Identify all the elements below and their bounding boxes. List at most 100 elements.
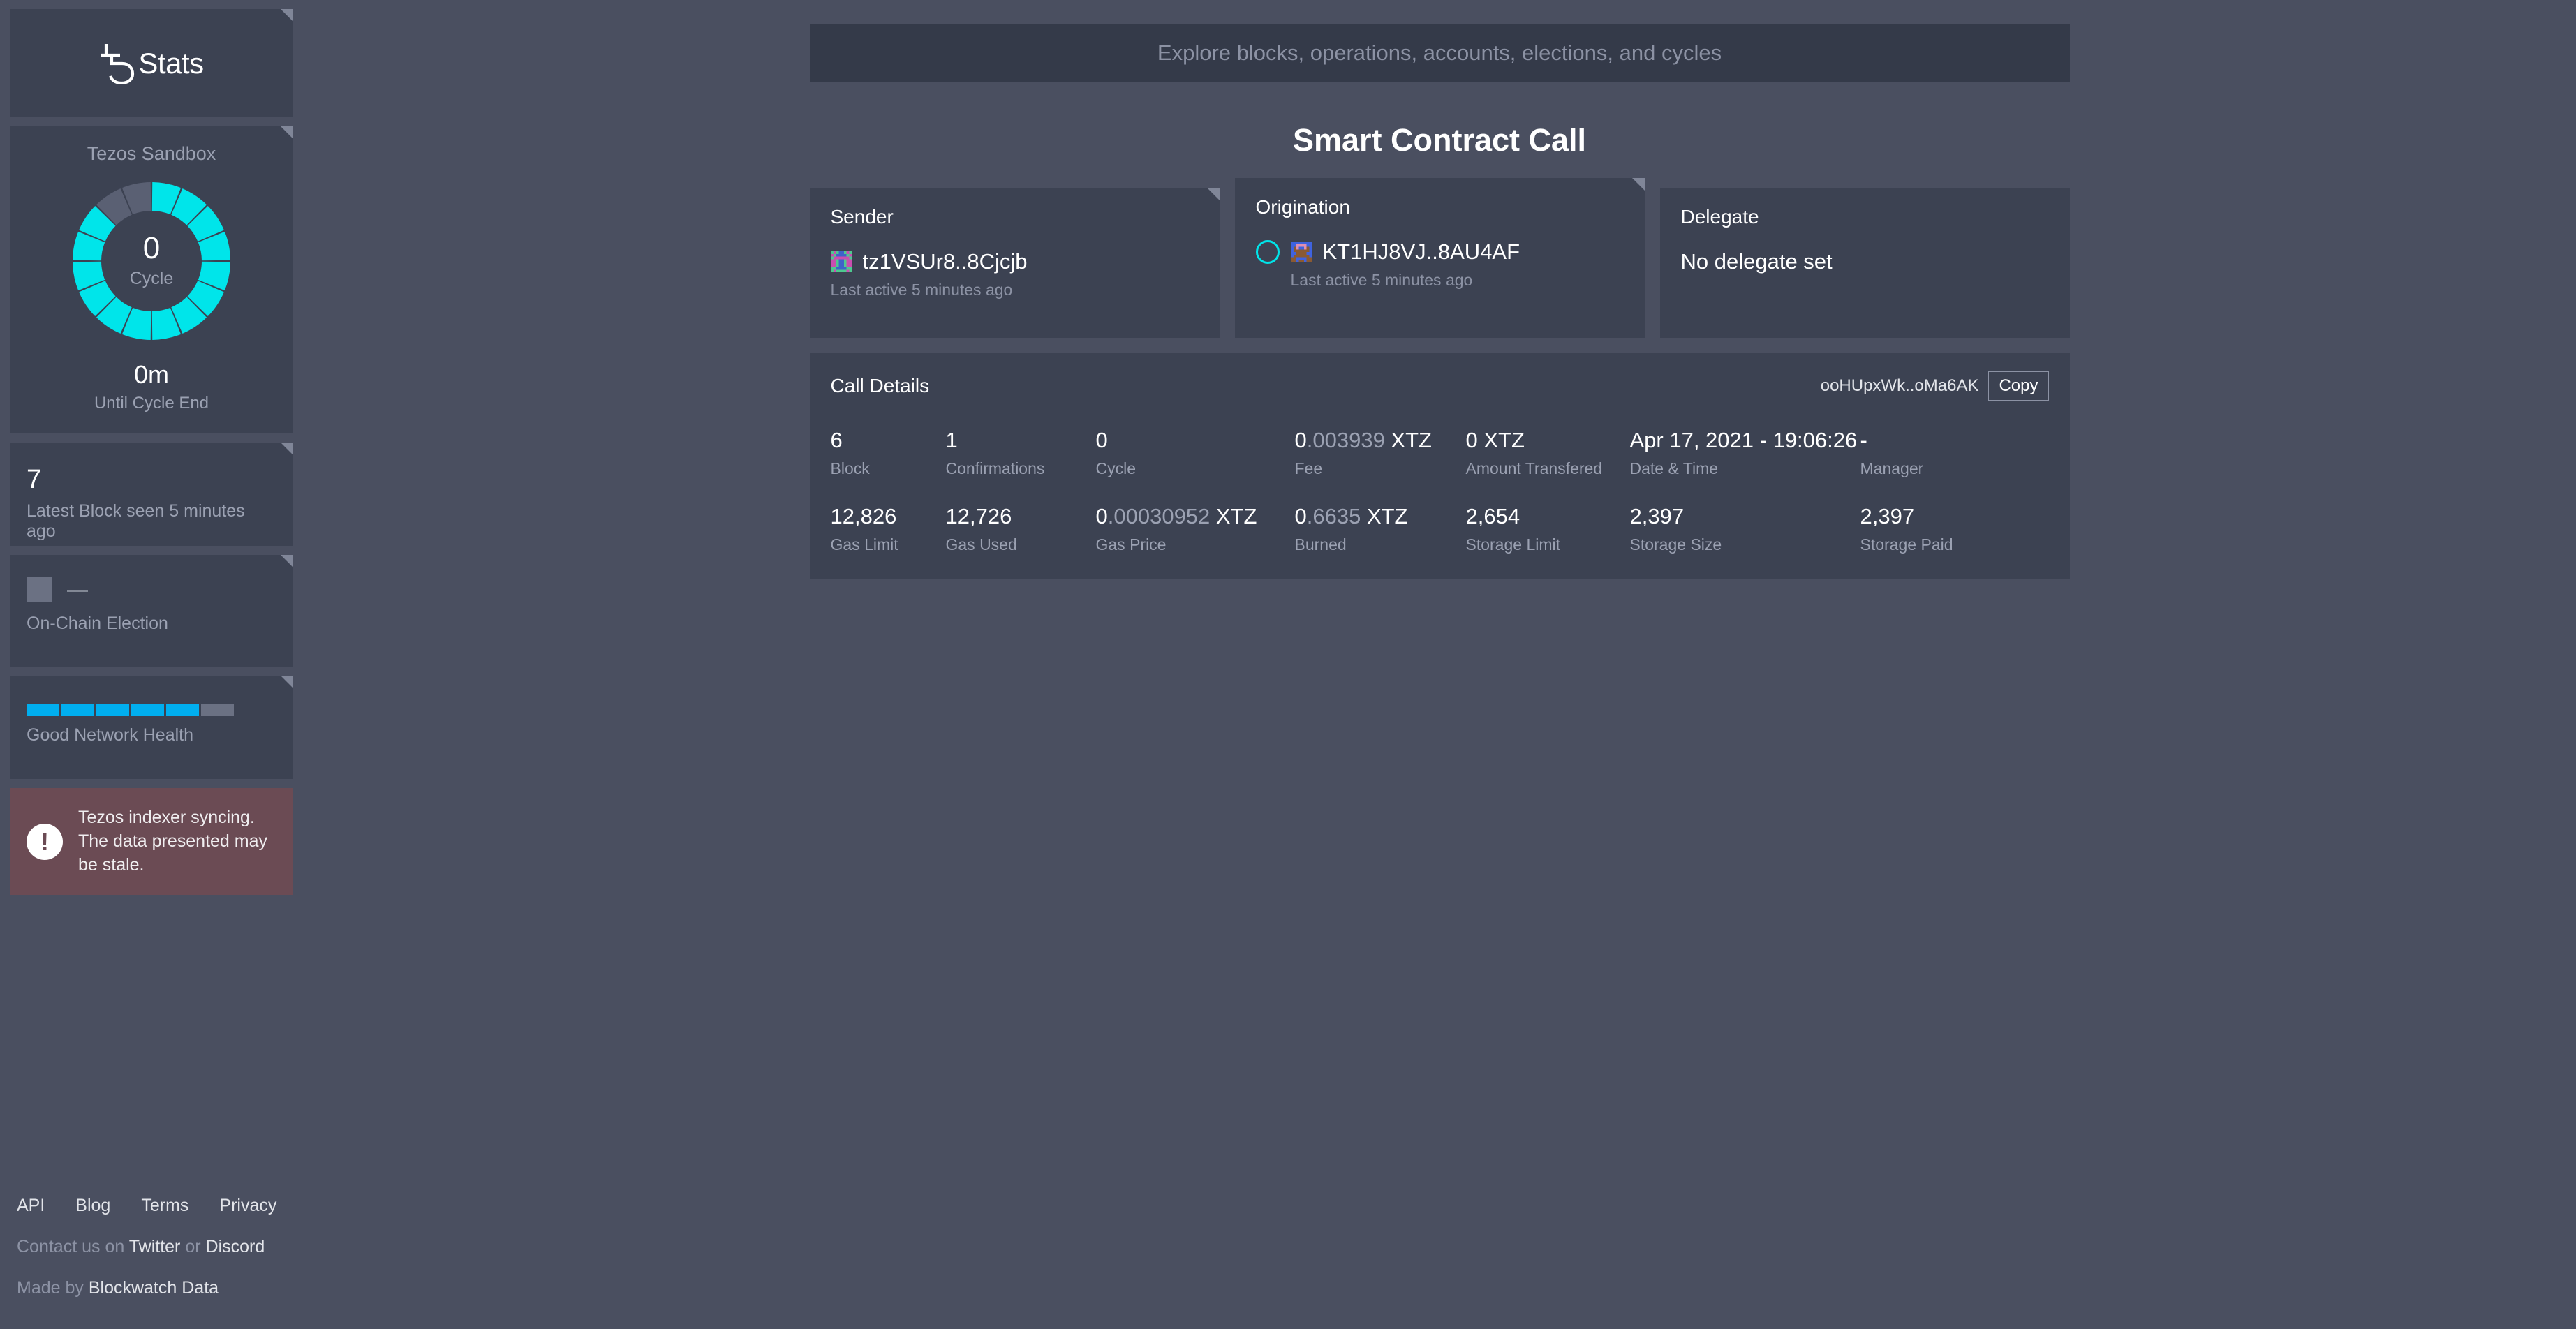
- footer-link-blog[interactable]: Blog: [75, 1196, 110, 1216]
- call-details-stat-label: Manager: [1860, 459, 2000, 478]
- origination-last-active: Last active 5 minutes ago: [1291, 271, 1624, 290]
- sender-account-row[interactable]: tz1VSUr8..8Cjcjb: [831, 249, 1199, 274]
- operation-hash-row: ooHUpxWk..oMa6AK Copy: [1821, 371, 2049, 401]
- cycle-countdown: 0m Until Cycle End: [94, 360, 209, 413]
- tezos-logo-icon: [99, 43, 137, 84]
- election-label: On-Chain Election: [27, 614, 276, 634]
- election-status-box-icon: [27, 577, 52, 602]
- sync-alert-text: Tezos indexer syncing. The data presente…: [78, 806, 276, 877]
- cycle-donut-center: 0 Cycle: [57, 233, 246, 289]
- call-details-stat-value: 0: [1096, 429, 1295, 452]
- call-details-title: Call Details: [831, 375, 930, 397]
- latest-block-label: Latest Block seen 5 minutes ago: [27, 501, 276, 542]
- call-details-stat-label: Burned: [1295, 535, 1466, 554]
- call-details-card: Call Details ooHUpxWk..oMa6AK Copy 6 Bloc…: [810, 353, 2070, 579]
- delegate-card-title: Delegate: [1681, 206, 2049, 228]
- call-details-stat-value: 0.6635 XTZ: [1295, 505, 1466, 528]
- network-health-card[interactable]: Good Network Health: [10, 676, 293, 779]
- card-corner-icon: [281, 443, 293, 455]
- cycle-number: 0: [57, 233, 246, 264]
- call-details-stat: 0 XTZAmount Transfered: [1466, 429, 1630, 478]
- call-details-stat: -Manager: [1860, 429, 2000, 478]
- footer-link-privacy[interactable]: Privacy: [219, 1196, 276, 1216]
- main-content: Explore blocks, operations, accounts, el…: [303, 0, 2576, 1329]
- card-corner-icon: [281, 9, 293, 22]
- card-corner-icon: [1632, 178, 1645, 191]
- origination-address[interactable]: KT1HJ8VJ..8AU4AF: [1323, 239, 1520, 265]
- call-details-stat-value: 0 XTZ: [1466, 429, 1630, 452]
- call-details-stats: 6 Block1 Confirmations0 Cycle0.003939 XTZFe…: [831, 429, 2049, 554]
- call-details-stat: 2,397 Storage Size: [1630, 505, 1860, 554]
- call-details-header: Call Details ooHUpxWk..oMa6AK Copy: [831, 371, 2049, 401]
- call-details-stat-label: Confirmations: [946, 459, 1096, 478]
- call-details-stat: 0.6635 XTZ Burned: [1295, 505, 1466, 554]
- copy-button[interactable]: Copy: [1988, 371, 2048, 401]
- network-health-segment: [61, 704, 94, 716]
- brand-name: Stats: [138, 47, 203, 80]
- latest-block-value: 7: [27, 466, 276, 493]
- call-details-stat: Apr 17, 2021 - 19:06:26 Date & Time: [1630, 429, 1860, 478]
- network-health-bar: [27, 704, 276, 716]
- election-card[interactable]: — On-Chain Election: [10, 555, 293, 667]
- call-details-stat-label: Gas Limit: [831, 535, 946, 554]
- origination-account-row[interactable]: KT1HJ8VJ..8AU4AF: [1256, 239, 1624, 265]
- footer-contact-mid: or: [180, 1237, 205, 1256]
- network-health-segment: [166, 704, 199, 716]
- network-name: Tezos Sandbox: [87, 143, 216, 165]
- call-details-stat-label: Storage Size: [1630, 535, 1860, 554]
- main-inner: Explore blocks, operations, accounts, el…: [810, 24, 2070, 579]
- footer-link-blockwatch[interactable]: Blockwatch Data: [89, 1278, 219, 1298]
- call-details-stat-value: Apr 17, 2021 - 19:06:26: [1630, 429, 1860, 452]
- call-details-stat-value: 2,397: [1630, 505, 1860, 528]
- call-details-stat: 6 Block: [831, 429, 946, 478]
- call-details-stat: 0.00030952 XTZ Gas Price: [1096, 505, 1295, 554]
- cycle-card: Tezos Sandbox 0 Cycle 0m Until Cycle End: [10, 126, 293, 433]
- call-details-row: 12,826Gas Limit12,726Gas Used0.00030952 …: [831, 505, 2049, 554]
- call-details-stat-label: Fee: [1295, 459, 1466, 478]
- call-details-stat-value: 12,726: [946, 505, 1096, 528]
- call-details-stat: 1 Confirmations: [946, 429, 1096, 478]
- call-details-stat: 2,654Storage Limit: [1466, 505, 1630, 554]
- delegate-value: No delegate set: [1681, 249, 2049, 274]
- delegate-card: Delegate No delegate set: [1660, 188, 2070, 338]
- election-status-row: —: [27, 577, 276, 602]
- call-details-stat-label: Gas Price: [1096, 535, 1295, 554]
- network-health-segment: [27, 704, 59, 716]
- call-details-row: 6 Block1 Confirmations0 Cycle0.003939 XTZFe…: [831, 429, 2049, 478]
- search-input[interactable]: Explore blocks, operations, accounts, el…: [810, 24, 2070, 82]
- identicon-avatar: [1291, 242, 1312, 262]
- footer-made-line: Made by Blockwatch Data: [17, 1278, 286, 1298]
- call-details-stat-label: Storage Limit: [1466, 535, 1630, 554]
- brand-logo[interactable]: Stats: [99, 43, 203, 84]
- sender-last-active: Last active 5 minutes ago: [831, 281, 1199, 299]
- call-details-stat-value: 0.00030952 XTZ: [1096, 505, 1295, 528]
- sidebar-footer: API Blog Terms Privacy Contact us on Twi…: [10, 1196, 293, 1329]
- call-details-stat: 0.003939 XTZFee: [1295, 429, 1466, 478]
- footer-contact-line: Contact us on Twitter or Discord: [17, 1237, 286, 1257]
- network-health-label: Good Network Health: [27, 725, 276, 745]
- call-details-stat-label: Cycle: [1096, 459, 1295, 478]
- footer-contact-prefix: Contact us on: [17, 1237, 129, 1256]
- card-corner-icon: [281, 126, 293, 139]
- call-details-stat: 2,397Storage Paid: [1860, 505, 2000, 554]
- call-details-stat-label: Date & Time: [1630, 459, 1860, 478]
- call-details-stat-value: 1: [946, 429, 1096, 452]
- footer-link-twitter[interactable]: Twitter: [129, 1237, 181, 1256]
- call-details-stat-value: 6: [831, 429, 946, 452]
- sender-card-title: Sender: [831, 206, 1199, 228]
- latest-block-card[interactable]: 7 Latest Block seen 5 minutes ago: [10, 443, 293, 546]
- card-corner-icon: [281, 555, 293, 567]
- call-details-stat-value: 2,397: [1860, 505, 2000, 528]
- footer-link-terms[interactable]: Terms: [141, 1196, 188, 1216]
- logo-card[interactable]: Stats: [10, 9, 293, 117]
- footer-link-discord[interactable]: Discord: [206, 1237, 265, 1256]
- call-details-stat: 0 Cycle: [1096, 429, 1295, 478]
- cycle-caption: Cycle: [57, 269, 246, 289]
- sender-address[interactable]: tz1VSUr8..8Cjcjb: [863, 249, 1028, 274]
- exclamation-icon: !: [27, 824, 63, 860]
- footer-link-api[interactable]: API: [17, 1196, 45, 1216]
- origination-card: Origination: [1235, 178, 1645, 338]
- call-details-stat: 12,726Gas Used: [946, 505, 1096, 554]
- call-details-stat-label: Block: [831, 459, 946, 478]
- operation-hash[interactable]: ooHUpxWk..oMa6AK: [1821, 376, 1979, 396]
